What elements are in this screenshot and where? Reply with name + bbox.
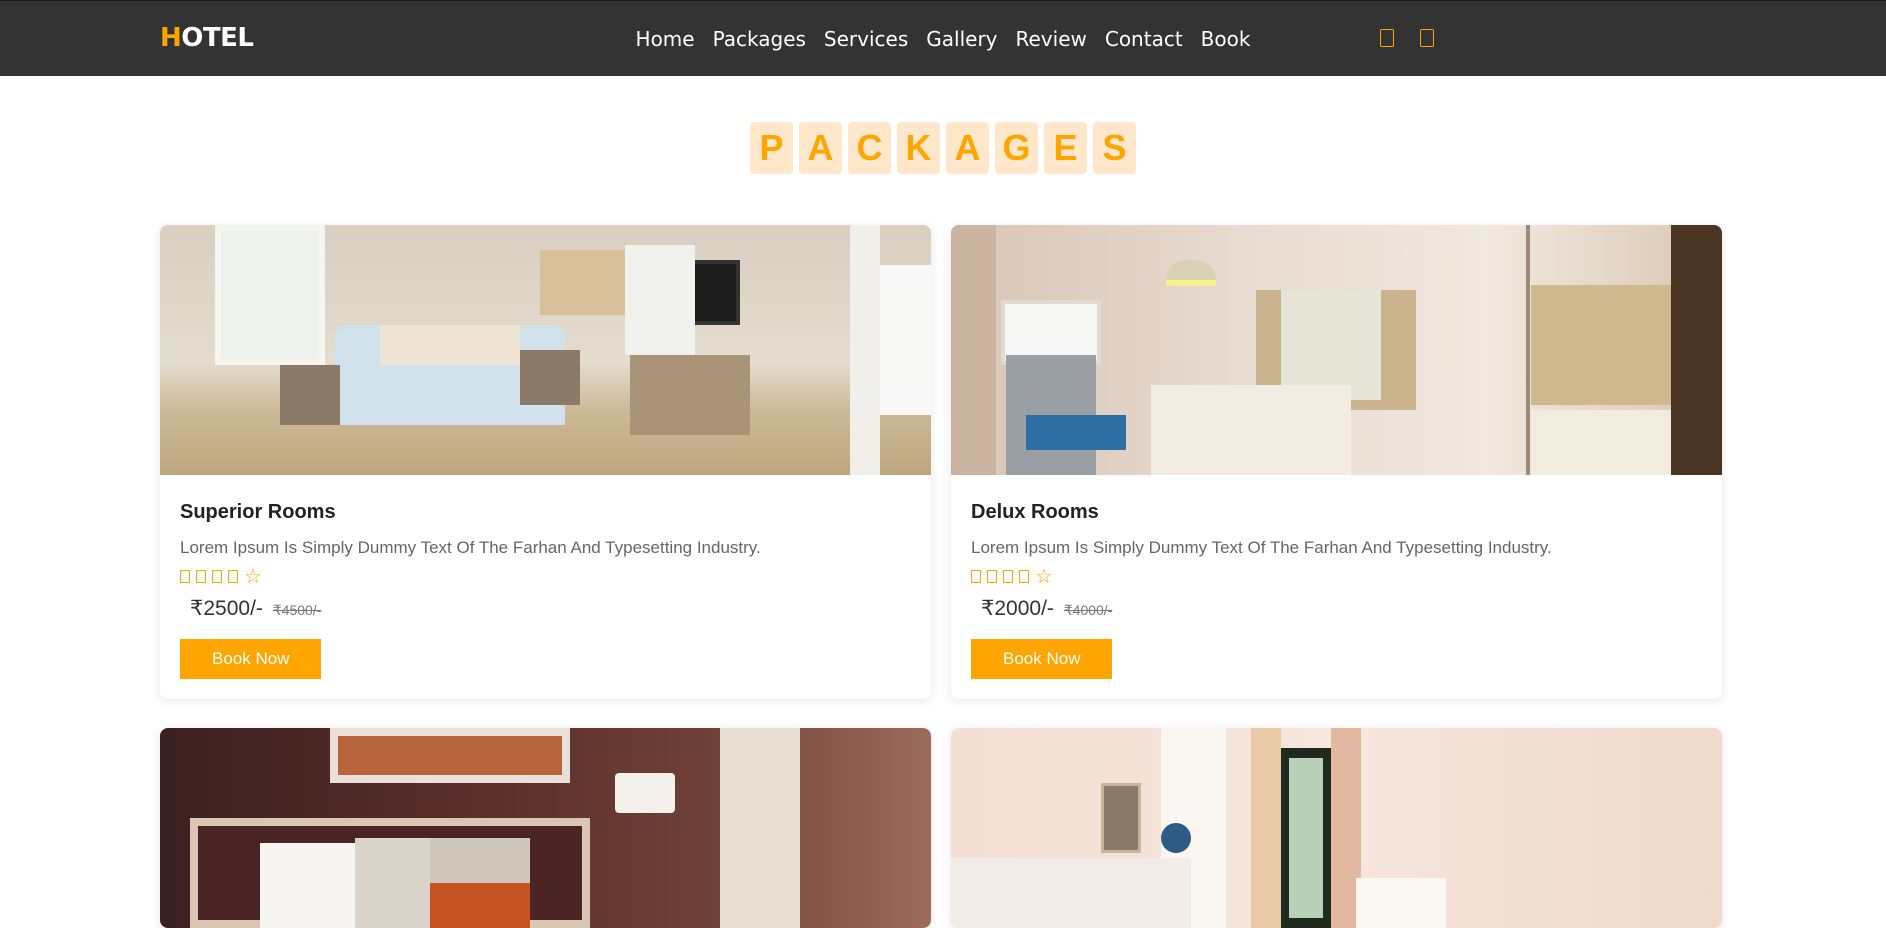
- header-icons: [1380, 29, 1434, 47]
- package-title: Delux Rooms: [971, 501, 1099, 523]
- package-description: Lorem Ipsum Is Simply Dummy Text Of The …: [971, 538, 1552, 557]
- cart-icon[interactable]: [1380, 29, 1394, 47]
- current-price: ₹2000/-: [981, 597, 1054, 620]
- package-card: Superior Rooms Lorem Ipsum Is Simply Dum…: [160, 225, 931, 699]
- packages-heading: P A C K A G E S: [0, 122, 1886, 174]
- room-image: [951, 225, 1722, 475]
- heading-letter: G: [995, 122, 1038, 174]
- user-icon[interactable]: [1420, 29, 1434, 47]
- package-card: [160, 728, 931, 928]
- star-icon: [212, 569, 222, 583]
- nav-packages[interactable]: Packages: [713, 27, 806, 51]
- nav-home[interactable]: Home: [636, 27, 695, 51]
- heading-letter: A: [946, 122, 989, 174]
- nav-gallery[interactable]: Gallery: [926, 27, 997, 51]
- star-icon: [1003, 569, 1013, 583]
- main-nav: Home Packages Services Gallery Review Co…: [0, 27, 1886, 51]
- package-title: Superior Rooms: [180, 501, 336, 523]
- nav-book[interactable]: Book: [1201, 27, 1251, 51]
- old-price: ₹4000/-: [1063, 602, 1113, 618]
- old-price: ₹4500/-: [272, 602, 322, 618]
- star-icon: [987, 569, 997, 583]
- star-icon: [971, 569, 981, 583]
- star-icon: [180, 569, 190, 583]
- book-now-button[interactable]: Book Now: [971, 639, 1113, 679]
- package-card: Delux Rooms Lorem Ipsum Is Simply Dummy …: [951, 225, 1722, 699]
- heading-letter: P: [750, 122, 793, 174]
- price: ₹2500/- ₹4500/-: [190, 596, 911, 621]
- rating: ☆: [180, 566, 911, 586]
- star-outline-icon: ☆: [1035, 564, 1053, 588]
- room-image: [160, 728, 931, 928]
- star-icon: [228, 569, 238, 583]
- star-icon: [1019, 569, 1029, 583]
- star-icon: [196, 569, 206, 583]
- room-image: [160, 225, 931, 475]
- heading-letter: C: [848, 122, 891, 174]
- nav-contact[interactable]: Contact: [1105, 27, 1183, 51]
- rating: ☆: [971, 566, 1702, 586]
- heading-letter: K: [897, 122, 940, 174]
- star-outline-icon: ☆: [244, 564, 262, 588]
- nav-services[interactable]: Services: [824, 27, 908, 51]
- heading-letter: E: [1044, 122, 1087, 174]
- book-now-button[interactable]: Book Now: [180, 639, 322, 679]
- current-price: ₹2500/-: [190, 597, 263, 620]
- package-description: Lorem Ipsum Is Simply Dummy Text Of The …: [180, 538, 761, 557]
- room-image: [951, 728, 1722, 928]
- nav-review[interactable]: Review: [1016, 27, 1087, 51]
- price: ₹2000/- ₹4000/-: [981, 596, 1702, 621]
- site-header: HOTEL Home Packages Services Gallery Rev…: [0, 0, 1886, 76]
- package-card: [951, 728, 1722, 928]
- heading-letter: A: [799, 122, 842, 174]
- heading-letter: S: [1093, 122, 1136, 174]
